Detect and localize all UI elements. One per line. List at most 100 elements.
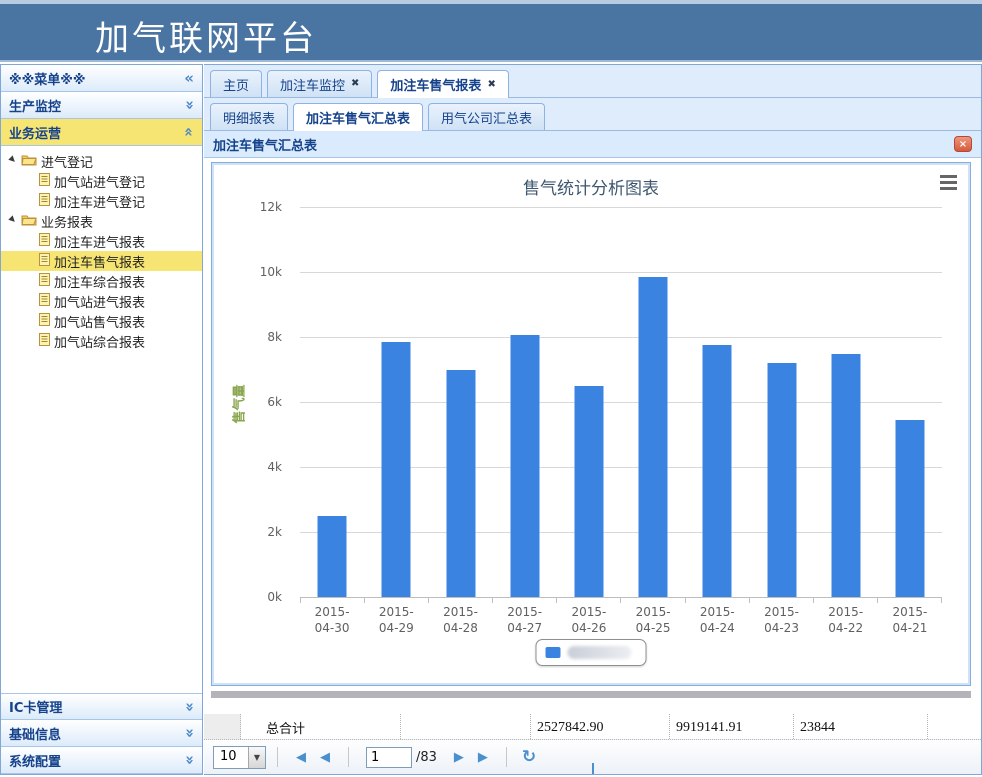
chart-bottom-scrollbar[interactable] [211,691,971,698]
tree-label: 业务报表 [41,212,93,231]
tree-label: 加气站进气登记 [54,172,145,191]
tree-item-station-sales-report[interactable]: 加气站售气报表 [1,311,202,331]
next-page-icon: ▶ [454,750,464,765]
x-axis-tick [685,597,749,603]
primary-tab-bar: 主页 加注车监控 ✖ 加注车售气报表 ✖ [204,65,981,98]
tree-item-truck-intake-register[interactable]: 加注车进气登记 [1,191,202,211]
x-tick-label: 2015-04-27 [493,604,557,636]
first-page-button[interactable]: ◀ [289,746,313,768]
y-axis-labels: 12k10k8k6k4k2k0k [212,207,296,597]
chevron-double-down-icon: « [184,728,194,738]
sidebar-tree: ▶ 进气登记 加气站进气登记 加注车进气登记 ▶ 业务报表 加注车进气报表 加注… [1,146,202,693]
x-tick-label: 2015-04-22 [814,604,878,636]
chart-legend[interactable] [536,639,647,666]
bar-slot [428,207,492,597]
tab-detail-report[interactable]: 明细报表 [210,103,288,130]
y-tick-label: 10k [260,265,282,279]
page-number-input[interactable] [366,747,412,768]
tab-truck-monitor[interactable]: 加注车监控 ✖ [267,70,372,97]
tab-truck-sales-report[interactable]: 加注车售气报表 ✖ [377,70,508,98]
x-tick-label: 2015-04-26 [557,604,621,636]
x-tick-label: 2015-04-23 [749,604,813,636]
tree-label: 进气登记 [41,152,93,171]
bar-slot [300,207,364,597]
sidebar: ※※菜单※※ « 生产监控 « 业务运营 « ▶ 进气登记 加气站进气登记 加注… [0,64,203,775]
y-tick-label: 0k [267,590,282,604]
tab-label: 用气公司汇总表 [441,108,532,127]
tree-label: 加气站进气报表 [54,292,145,311]
bar-2015-04-24 [703,345,732,597]
previous-page-button[interactable]: ◀ [313,746,337,768]
app-title: 加气联网平台 [95,11,317,60]
x-axis-tick [620,597,684,603]
tab-home[interactable]: 主页 [210,70,262,97]
sidebar-menu-header[interactable]: ※※菜单※※ « [1,65,202,92]
chart-menu-icon[interactable] [940,175,957,190]
x-axis-tick [364,597,428,603]
tree-label: 加注车售气报表 [54,252,145,271]
last-page-button[interactable]: ▶ [471,746,495,768]
bar-2015-04-29 [382,342,411,597]
last-page-icon: ▶ [478,750,488,765]
tab-gas-company-summary[interactable]: 用气公司汇总表 [428,103,545,130]
tree-folder-business-reports[interactable]: ▶ 业务报表 [1,211,202,231]
section-label: 系统配置 [9,751,61,770]
y-tick-label: 12k [260,200,282,214]
y-tick-label: 8k [267,330,282,344]
tab-close-icon[interactable]: ✖ [351,79,359,89]
chevron-double-down-icon: « [184,100,194,110]
bar-slot [621,207,685,597]
panel-content: 售气统计分析图表 12k10k8k6k4k2k0k 售气量 2015-04-30… [204,158,981,774]
tab-close-icon[interactable]: ✖ [487,80,495,90]
x-axis-tick [813,597,877,603]
tree-label: 加注车综合报表 [54,272,145,291]
panel-close-button[interactable]: × [954,136,972,152]
bar-slot [364,207,428,597]
bar-slot [878,207,942,597]
sidebar-section-basic-info[interactable]: 基础信息 « [1,720,202,747]
tree-item-station-comprehensive-report[interactable]: 加气站综合报表 [1,331,202,351]
summary-numberer-cell [204,714,241,741]
tree-item-truck-intake-report[interactable]: 加注车进气报表 [1,231,202,251]
page-size-select[interactable]: 10 ▼ [213,746,266,769]
x-tick-label: 2015-04-28 [428,604,492,636]
bar-slot [685,207,749,597]
x-axis-tick [556,597,620,603]
summary-amount2-cell: 9919141.91 [670,714,794,741]
chart-bars [300,207,942,597]
folder-icon [21,153,37,170]
pagination-toolbar: 10 ▼ ◀ ◀ /83 ▶ ▶ ↻ [204,739,981,774]
section-label: 业务运营 [9,123,61,142]
section-label: 基础信息 [9,724,61,743]
select-dropdown-icon[interactable]: ▼ [248,747,265,768]
x-tick-label: 2015-04-25 [621,604,685,636]
tree-item-truck-comprehensive-report[interactable]: 加注车综合报表 [1,271,202,291]
toolbar-separator [277,747,278,767]
sidebar-section-business-operation[interactable]: 业务运营 « [1,119,202,146]
y-axis-title: 售气量 [229,384,248,423]
x-axis-tick [749,597,813,603]
x-axis-labels: 2015-04-302015-04-292015-04-282015-04-27… [300,604,942,636]
previous-page-icon: ◀ [320,750,330,765]
tree-item-station-intake-register[interactable]: 加气站进气登记 [1,171,202,191]
sidebar-section-system-config[interactable]: 系统配置 « [1,747,202,774]
summary-row: 总合计 2527842.90 9919141.91 23844 [204,714,981,741]
sidebar-bottom-sections: IC卡管理 « 基础信息 « 系统配置 « [1,693,202,774]
y-tick-label: 6k [267,395,282,409]
document-icon [39,173,50,190]
document-icon [39,273,50,290]
tab-truck-sales-summary[interactable]: 加注车售气汇总表 [293,103,423,131]
sidebar-section-production-monitor[interactable]: 生产监控 « [1,92,202,119]
tree-item-truck-sales-report[interactable]: 加注车售气报表 [1,251,202,271]
sidebar-section-ic-card[interactable]: IC卡管理 « [1,693,202,720]
tree-item-station-intake-report[interactable]: 加气站进气报表 [1,291,202,311]
tree-folder-gas-intake-register[interactable]: ▶ 进气登记 [1,151,202,171]
folder-icon [21,213,37,230]
summary-fill-cell [928,714,981,741]
x-tick-label: 2015-04-30 [300,604,364,636]
bar-2015-04-22 [831,354,860,597]
collapse-sidebar-icon[interactable]: « [184,73,194,83]
refresh-icon[interactable]: ↻ [522,747,536,767]
next-page-button[interactable]: ▶ [447,746,471,768]
bar-2015-04-30 [318,516,347,597]
